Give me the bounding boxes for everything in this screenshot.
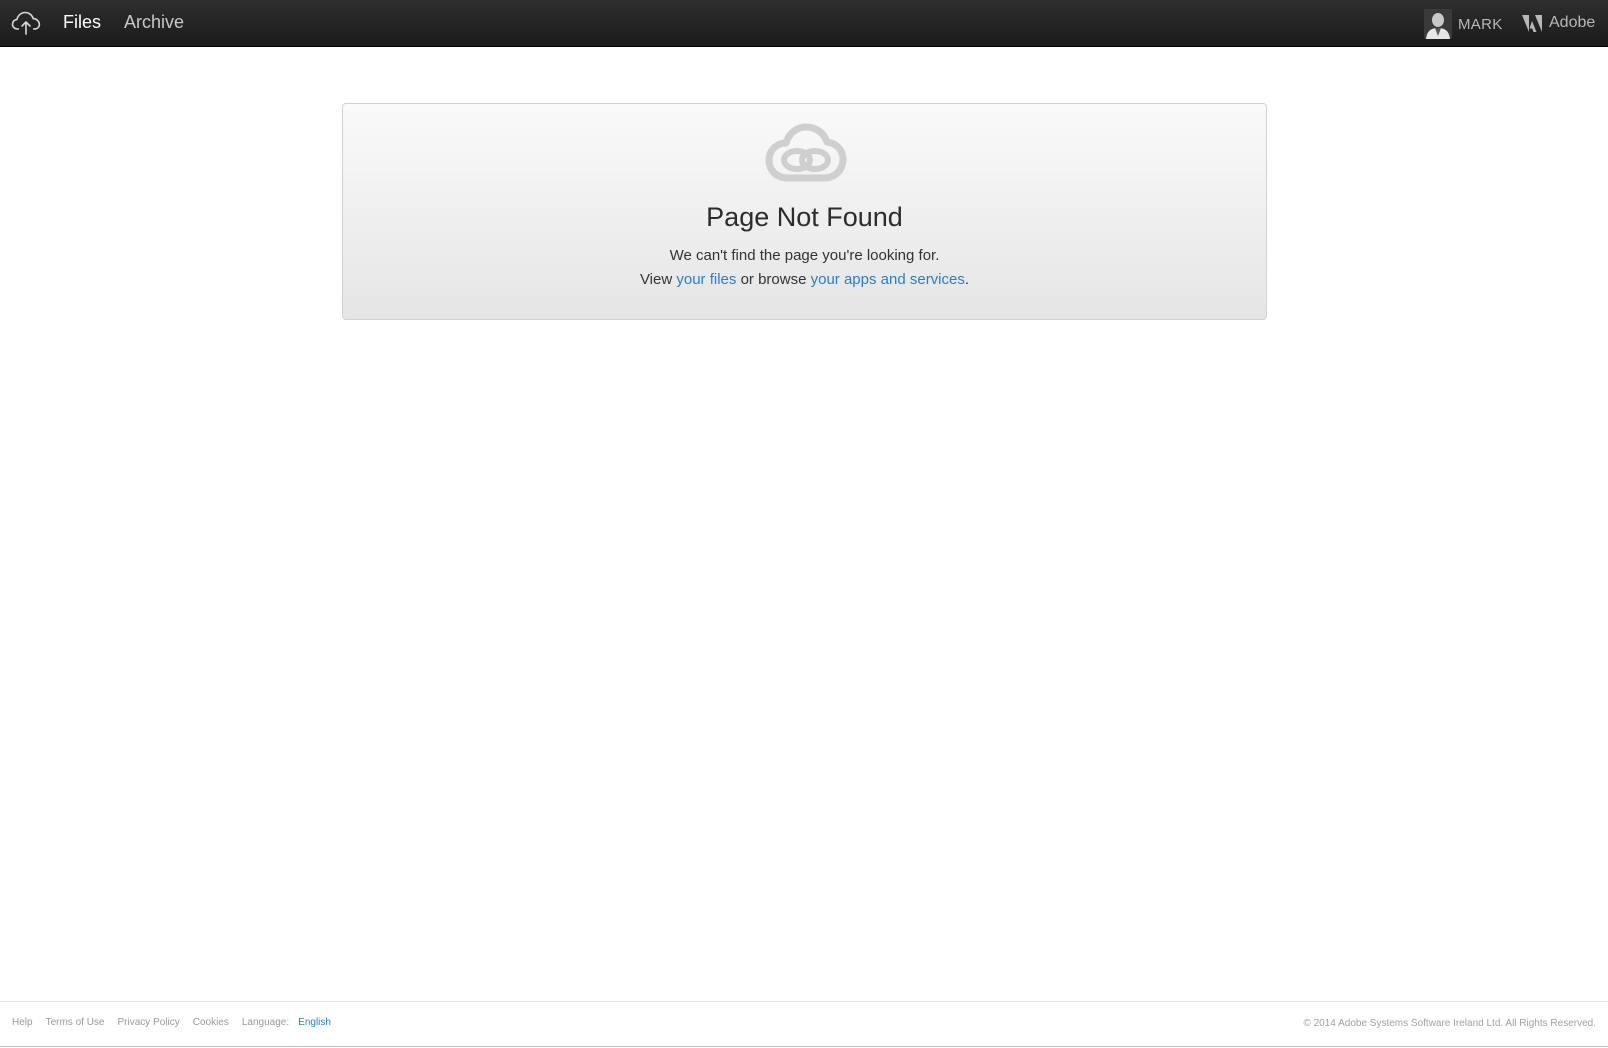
view-prefix-text: View: [639, 271, 673, 288]
cloud-upload-button[interactable]: [10, 9, 42, 37]
footer-cookies-link[interactable]: Cookies: [193, 1017, 229, 1028]
user-name: MARK: [1458, 15, 1503, 33]
error-links-line: View your files or browse your apps and …: [343, 271, 1266, 288]
copyright-text: © 2014 Adobe Systems Software Ireland Lt…: [1303, 1018, 1596, 1029]
page-title: Page Not Found: [706, 202, 903, 232]
adobe-label: Adobe: [1549, 14, 1596, 31]
footer-privacy-link[interactable]: Privacy Policy: [117, 1017, 179, 1028]
creative-cloud-logo-icon: [765, 123, 847, 182]
nav-files-tab[interactable]: Files: [63, 12, 101, 33]
error-message: We can't find the page you're looking fo…: [669, 247, 940, 264]
footer-terms-link[interactable]: Terms of Use: [46, 1017, 105, 1028]
cloud-upload-icon: [11, 11, 41, 35]
nav-archive-tab[interactable]: Archive: [124, 12, 184, 33]
footer-help-link[interactable]: Help: [12, 1017, 33, 1028]
top-nav-bar: Files Archive MARK Adobe: [0, 0, 1608, 47]
language-label: Language:: [241, 1017, 290, 1028]
app-root: Files Archive MARK Adobe Page Not Found …: [0, 0, 1608, 1048]
apps-services-link[interactable]: your apps and services: [811, 271, 965, 288]
user-menu[interactable]: MARK: [1424, 9, 1503, 39]
adobe-menu[interactable]: Adobe: [1522, 12, 1595, 34]
your-files-link[interactable]: your files: [676, 271, 736, 288]
footer-links: Help Terms of Use Privacy Policy Cookies…: [12, 1017, 331, 1028]
adobe-logo-icon: [1522, 14, 1542, 32]
language-selector[interactable]: English: [298, 1017, 331, 1028]
browse-text: or browse: [740, 271, 807, 288]
user-avatar: [1424, 9, 1452, 39]
page-not-found-card: Page Not Found We can't find the page yo…: [342, 103, 1267, 320]
period-text: .: [964, 271, 970, 288]
footer: Help Terms of Use Privacy Policy Cookies…: [0, 1001, 1608, 1047]
